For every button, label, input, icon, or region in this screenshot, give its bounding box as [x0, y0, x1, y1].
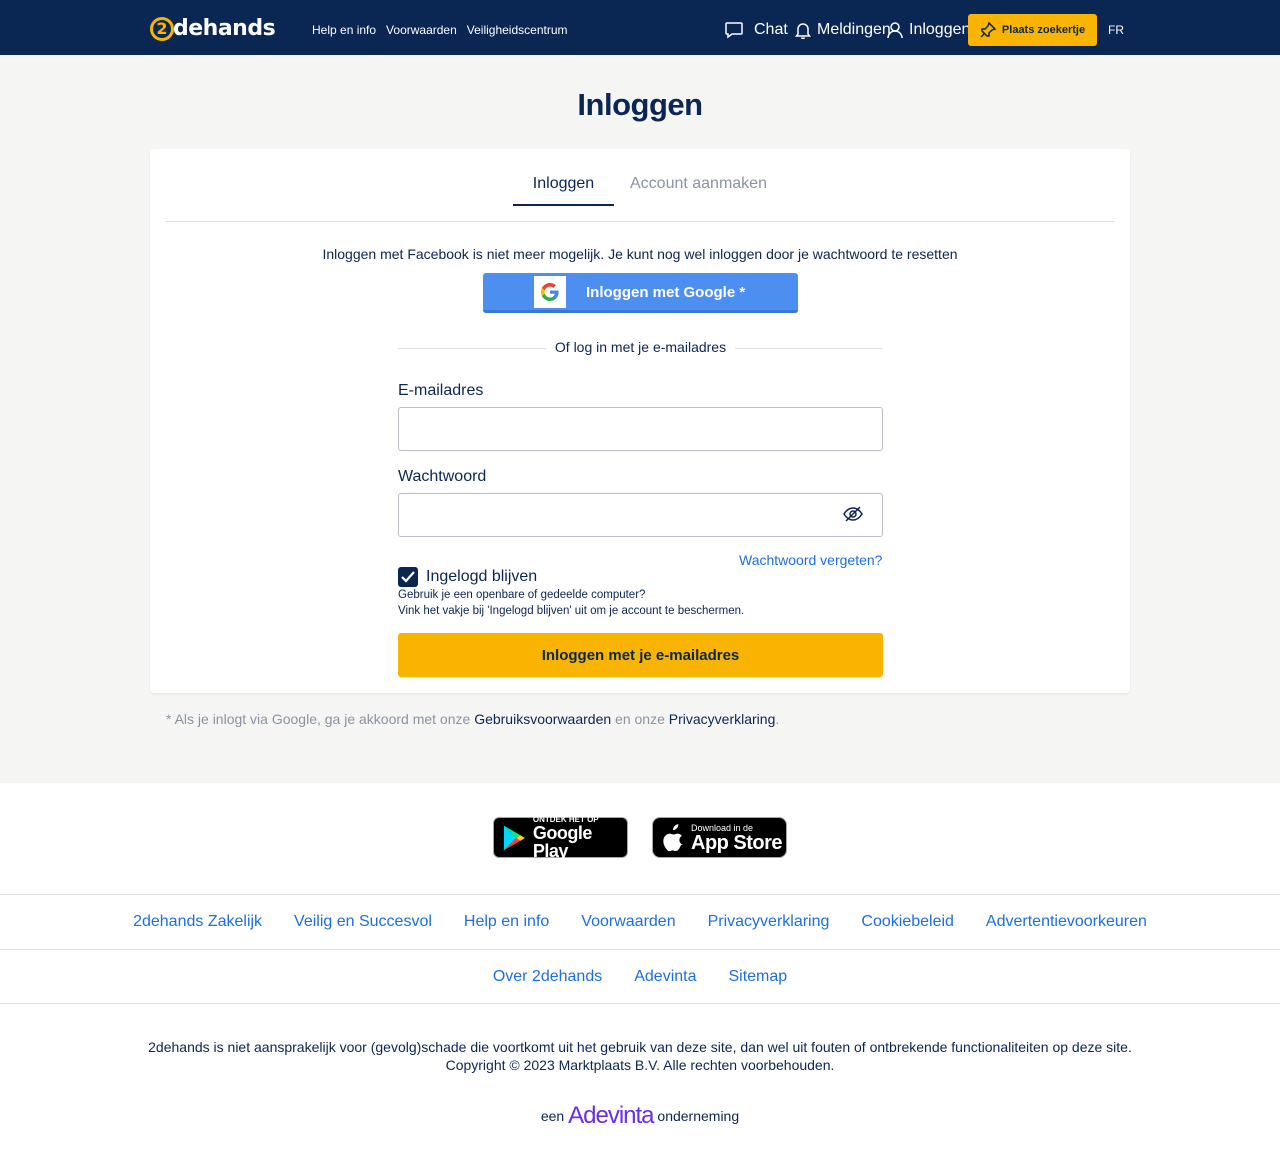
email-label: E-mailadres	[398, 382, 484, 399]
footer-link-cookies[interactable]: Cookiebeleid	[861, 913, 954, 931]
copyright-text: Copyright © 2023 Marktplaats B.V. Alle r…	[445, 1057, 835, 1073]
uncheck-hint: Vink het vakje bij 'Ingelogd blijven' ui…	[398, 605, 745, 617]
header-nav: Help en info Voorwaarden Veiligheidscent…	[312, 23, 568, 37]
app-store-small-text: Download in de	[691, 822, 754, 833]
footer-link-ad-preferences[interactable]: Advertentievoorkeuren	[986, 913, 1147, 931]
google-play-big-text: Google Play	[532, 823, 593, 861]
login-label: Inloggen	[909, 21, 971, 38]
remember-me-checkbox[interactable]	[398, 567, 418, 587]
auth-tabs: Inloggen Account aanmaken	[165, 149, 1115, 222]
company-suffix: onderneming	[657, 1108, 740, 1124]
footer-link-business[interactable]: 2dehands Zakelijk	[133, 913, 262, 931]
user-icon	[887, 22, 903, 39]
bell-icon	[795, 23, 811, 39]
place-ad-label: Plaats zoekertje	[1001, 24, 1086, 36]
company-line: een Adevinta onderneming	[0, 1102, 1280, 1130]
place-ad-button[interactable]: Plaats zoekertje	[968, 14, 1097, 46]
forgot-password-link[interactable]: Wachtwoord vergeten?	[739, 552, 882, 568]
toggle-password-visibility-icon[interactable]	[842, 504, 864, 529]
divider-text: Of log in met je e-mailadres	[554, 339, 727, 355]
terms-middle: en onze	[615, 711, 665, 727]
logo-text: dehands	[173, 16, 276, 41]
google-play-badge[interactable]: ONTDEK HET OP Google Play	[493, 815, 628, 861]
email-field[interactable]	[398, 407, 883, 451]
terms-of-use-link[interactable]: Gebruiksvoorwaarden	[474, 711, 611, 727]
footer-links-row2: Over 2dehands Adevinta Sitemap	[0, 949, 1280, 1004]
footer-disclaimer: 2dehands is niet aansprakelijk voor (gev…	[0, 1038, 1280, 1074]
company-prefix: een	[540, 1108, 565, 1124]
reset-password-link[interactable]: wachtwoord te resetten	[813, 246, 958, 262]
chat-link[interactable]: Chat	[724, 21, 788, 39]
notifications-link[interactable]: Meldingen	[795, 21, 891, 39]
page-title: Inloggen	[577, 87, 703, 122]
footer-link-privacy[interactable]: Privacyverklaring	[708, 913, 830, 931]
terms-suffix: .	[775, 711, 780, 727]
footer-links-row1: 2dehands Zakelijk Veilig en Succesvol He…	[0, 894, 1280, 949]
top-header: 2 dehands Help en info Voorwaarden Veili…	[0, 0, 1280, 55]
footer-link-about[interactable]: Over 2dehands	[493, 968, 602, 986]
logo-mark: 2	[150, 16, 174, 41]
disclaimer-text: 2dehands is niet aansprakelijk voor (gev…	[148, 1039, 1132, 1055]
google-terms-note: * Als je inlogt via Google, ga je akkoor…	[166, 711, 779, 727]
language-switch[interactable]: FR	[1108, 23, 1124, 37]
login-card: Inloggen Account aanmaken Inloggen met F…	[150, 149, 1130, 693]
pin-icon	[980, 22, 996, 38]
nav-help[interactable]: Help en info	[312, 23, 376, 37]
footer-link-help[interactable]: Help en info	[464, 913, 549, 931]
chat-icon	[725, 22, 743, 39]
email-login-button[interactable]: Inloggen met je e-mailadres	[398, 633, 883, 677]
app-store-badge[interactable]: Download in de App Store	[652, 817, 787, 858]
google-login-button[interactable]: Inloggen met Google *	[483, 273, 798, 313]
remember-me-label[interactable]: Ingelogd blijven	[426, 568, 537, 586]
adevinta-logo[interactable]: Adevinta	[568, 1102, 654, 1129]
apple-icon	[663, 823, 683, 851]
checkmark-icon	[401, 571, 415, 583]
password-label: Wachtwoord	[398, 468, 487, 485]
terms-prefix: * Als je inlogt via Google, ga je akkoor…	[166, 711, 471, 727]
footer-link-adevinta[interactable]: Adevinta	[634, 968, 696, 986]
login-link[interactable]: Inloggen	[887, 21, 970, 39]
footer-link-sitemap[interactable]: Sitemap	[728, 968, 787, 986]
or-divider: Of log in met je e-mailadres	[398, 339, 883, 357]
chat-label: Chat	[754, 21, 788, 38]
tab-login[interactable]: Inloggen	[513, 175, 614, 206]
tab-create-account[interactable]: Account aanmaken	[630, 175, 767, 193]
nav-safety[interactable]: Veiligheidscentrum	[467, 23, 568, 37]
google-icon	[534, 276, 566, 308]
divider-line-right	[735, 348, 883, 349]
facebook-note: Inloggen met Facebook is niet meer mogel…	[150, 246, 1130, 262]
facebook-note-text: Inloggen met Facebook is niet meer mogel…	[322, 246, 809, 262]
google-play-icon	[503, 825, 525, 850]
notifications-label: Meldingen	[817, 21, 891, 38]
google-login-label: Inloggen met Google *	[586, 284, 746, 301]
nav-terms[interactable]: Voorwaarden	[386, 23, 457, 37]
password-field[interactable]	[398, 493, 883, 537]
privacy-link[interactable]: Privacyverklaring	[669, 711, 776, 727]
public-computer-hint: Gebruik je een openbare of gedeelde comp…	[398, 589, 646, 601]
footer-link-safe[interactable]: Veilig en Succesvol	[294, 913, 432, 931]
site-logo[interactable]: 2 dehands	[150, 16, 276, 41]
app-store-big-text: App Store	[691, 831, 783, 854]
footer-link-terms[interactable]: Voorwaarden	[581, 913, 675, 931]
